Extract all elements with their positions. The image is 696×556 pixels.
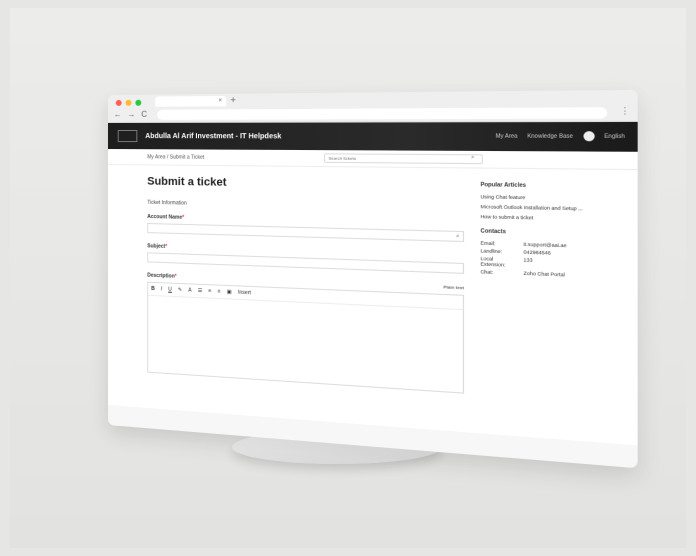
- bold-icon[interactable]: B: [151, 286, 155, 292]
- plain-text-toggle[interactable]: Plain text: [443, 284, 464, 290]
- popular-articles-title: Popular Articles: [480, 181, 527, 190]
- required-marker: *: [174, 273, 177, 280]
- article-link[interactable]: Microsoft Outlook Installation and Setup…: [481, 204, 588, 212]
- company-logo-icon[interactable]: [117, 129, 138, 143]
- description-editor[interactable]: B I U ✎ A ☰ ≡ ≡ ▣ Insert: [147, 281, 465, 394]
- align-center-icon[interactable]: ≡: [218, 289, 221, 295]
- article-link[interactable]: How to submit a ticket: [481, 214, 588, 222]
- required-marker: *: [165, 243, 168, 250]
- app-nav: My Area Knowledge Base English: [496, 131, 625, 142]
- window-controls: [115, 99, 142, 106]
- close-dot[interactable]: [115, 99, 122, 106]
- browser-menu-icon[interactable]: ⋮: [620, 106, 630, 116]
- tab-close-icon[interactable]: ×: [218, 98, 222, 104]
- minimize-dot[interactable]: [125, 99, 132, 106]
- browser-tab[interactable]: ×: [155, 95, 227, 107]
- url-bar[interactable]: [157, 107, 608, 120]
- breadcrumb-separator: /: [166, 153, 169, 160]
- back-icon[interactable]: ←: [114, 110, 122, 119]
- subject-label: Subject: [147, 243, 166, 250]
- avatar[interactable]: [582, 131, 595, 142]
- contacts-title: Contacts: [480, 228, 506, 236]
- contact-row: Chat: Zoho Chat Portal: [480, 268, 565, 278]
- language-select[interactable]: English: [604, 133, 625, 140]
- article-link[interactable]: Using Chat feature: [481, 194, 588, 201]
- account-name-label: Account Name: [147, 213, 183, 221]
- italic-icon[interactable]: I: [161, 286, 162, 292]
- browser-chrome: × + ← → C ⋮: [108, 89, 638, 123]
- app-title: Abdulla Al Arif Investment - IT Helpdesk: [145, 132, 282, 140]
- underline-icon[interactable]: U: [168, 287, 172, 293]
- required-marker: *: [182, 214, 185, 221]
- insert-menu[interactable]: Insert: [238, 290, 251, 297]
- reload-icon[interactable]: C: [141, 110, 147, 119]
- list-icon[interactable]: ☰: [198, 288, 203, 294]
- align-left-icon[interactable]: ≡: [208, 288, 211, 294]
- search-icon[interactable]: ⌕: [471, 154, 474, 161]
- breadcrumb-current: Submit a Ticket: [169, 153, 205, 161]
- page-title: Submit a ticket: [147, 175, 227, 189]
- description-label: Description: [147, 272, 175, 280]
- search-input[interactable]: [323, 153, 483, 165]
- app-header: Abdulla Al Arif Investment - IT Helpdesk…: [108, 121, 638, 152]
- breadcrumb-my-area[interactable]: My Area: [147, 154, 165, 160]
- text-color-icon[interactable]: A: [188, 287, 191, 293]
- pen-icon[interactable]: ✎: [178, 287, 182, 293]
- search-icon[interactable]: ⌕: [456, 233, 459, 240]
- maximize-dot[interactable]: [135, 99, 142, 106]
- forward-icon[interactable]: →: [128, 110, 136, 119]
- contact-row: Local Extension: 133: [480, 255, 533, 268]
- nav-my-area[interactable]: My Area: [496, 133, 518, 140]
- sidebar: Popular Articles Using Chat feature Micr…: [481, 180, 588, 431]
- nav-knowledge-base[interactable]: Knowledge Base: [527, 133, 573, 140]
- section-title: Ticket Information: [147, 199, 187, 207]
- browser-nav: ← → C: [114, 110, 147, 119]
- page-content: Submit a ticket Ticket Information Accou…: [108, 165, 638, 446]
- monitor-screen: × + ← → C ⋮ Abdulla Al Arif Investment -…: [108, 89, 638, 469]
- ticket-form: Submit a ticket Ticket Information Accou…: [147, 175, 465, 421]
- new-tab-icon[interactable]: +: [230, 95, 235, 105]
- image-icon[interactable]: ▣: [227, 289, 232, 295]
